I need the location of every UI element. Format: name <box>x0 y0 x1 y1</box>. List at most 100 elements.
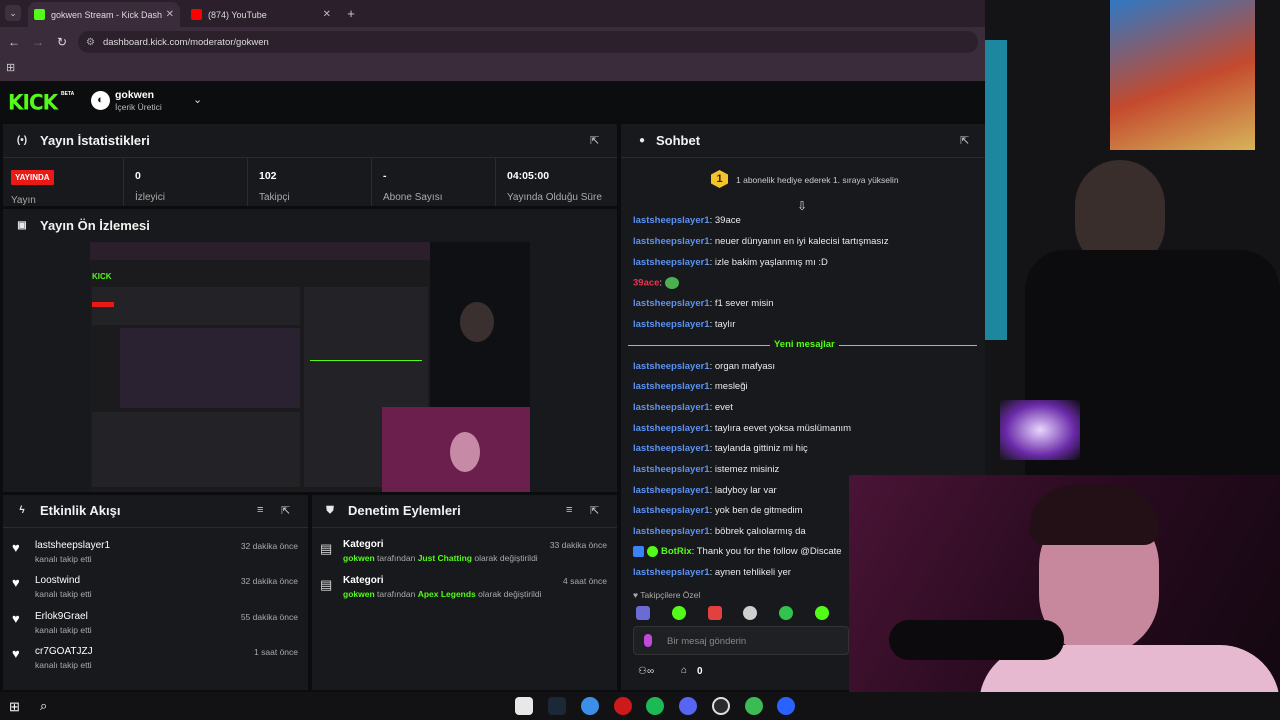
chat-user[interactable]: lastsheepslayer1 <box>633 319 710 330</box>
close-tab-icon[interactable]: ✕ <box>323 9 331 20</box>
chat-text: taylır <box>714 319 736 330</box>
gift-icon[interactable]: ⌂ <box>681 665 687 676</box>
tab-title: gokwen Stream - Kick Dashboar <box>51 9 162 20</box>
ea-app-icon[interactable] <box>777 697 795 715</box>
chat-user[interactable]: lastsheepslayer1 <box>633 402 710 413</box>
reload-icon[interactable]: ↻ <box>54 34 70 50</box>
chrome-icon[interactable] <box>581 697 599 715</box>
event-user[interactable]: Erlok9Grael <box>35 611 88 622</box>
chat-user[interactable]: lastsheepslayer1 <box>633 464 710 475</box>
stat-label: Takipçi <box>259 192 290 203</box>
gift-prompt[interactable]: 1 abonelik hediye ederek 1. sıraya yükse… <box>736 175 899 185</box>
event-user[interactable]: lastsheepslayer1 <box>35 540 110 551</box>
chat-user[interactable]: lastsheepslayer1 <box>633 236 710 247</box>
event-time: 32 dakika önce <box>240 541 298 551</box>
popout-icon[interactable]: ⇱ <box>960 134 969 147</box>
chat-user[interactable]: lastsheepslayer1 <box>633 298 710 309</box>
search-icon[interactable]: ⌕ <box>40 698 47 714</box>
filter-icon[interactable]: ≡ <box>566 504 572 516</box>
preview-title: Yayın Ön İzlemesi <box>40 218 150 233</box>
popout-icon[interactable]: ⇱ <box>281 504 290 517</box>
chat-user[interactable]: 39ace <box>633 278 659 289</box>
chevron-down-icon[interactable]: ⌄ <box>193 93 202 106</box>
popout-icon[interactable]: ⇱ <box>590 134 599 147</box>
tab-youtube[interactable]: (874) YouTube ✕ <box>185 2 337 27</box>
chat-user[interactable]: lastsheepslayer1 <box>633 485 710 496</box>
chat-user[interactable]: lastsheepslayer1 <box>633 257 710 268</box>
tab-title: (874) YouTube <box>208 9 267 20</box>
preview-nested-screen <box>120 328 300 408</box>
webcam-overlay-pink <box>849 475 1280 720</box>
mod-action-time: 4 saat önce <box>563 576 607 586</box>
emote-icon[interactable] <box>708 606 722 620</box>
channel-avatar[interactable]: ◐ <box>91 91 110 110</box>
chat-user[interactable]: lastsheepslayer1 <box>633 381 710 392</box>
windows-start-icon[interactable]: ⊞ <box>9 699 20 715</box>
chat-user[interactable]: lastsheepslayer1 <box>633 361 710 372</box>
chat-user[interactable]: lastsheepslayer1 <box>633 443 710 454</box>
chat-message: lastsheepslayer1: böbrek çalıolarmış da <box>633 526 806 537</box>
divider <box>371 158 372 206</box>
chat-message: lastsheepslayer1: ladyboy lar var <box>633 485 777 496</box>
mod-user[interactable]: gokwen <box>343 589 375 599</box>
chat-user[interactable]: lastsheepslayer1 <box>633 567 710 578</box>
event-user[interactable]: cr7GOATJZJ <box>35 646 93 657</box>
new-tab-icon[interactable]: + <box>343 6 359 22</box>
users-icon[interactable]: ⚇ <box>638 666 647 677</box>
bookmarks-bar: ⊞ <box>0 57 985 81</box>
emote-icon[interactable] <box>636 606 650 620</box>
stream-label: Yayın <box>11 195 36 206</box>
chat-text: taylıra eevet yoksa müslümanım <box>714 423 852 434</box>
mod-category[interactable]: Apex Legends <box>418 589 476 599</box>
chat-input[interactable]: Bir mesaj gönderin <box>633 626 849 655</box>
opera-icon[interactable] <box>614 697 632 715</box>
mod-action-time: 33 dakika önce <box>549 540 607 550</box>
kick-logo[interactable]: KICK <box>8 89 58 114</box>
emote-icon[interactable] <box>672 606 686 620</box>
youtube-favicon-icon <box>191 9 202 20</box>
event-user[interactable]: Loostwind <box>35 575 80 586</box>
back-icon[interactable]: ← <box>6 34 22 50</box>
steam-icon[interactable] <box>548 697 566 715</box>
store-icon[interactable] <box>515 697 533 715</box>
emote-icon[interactable] <box>815 606 829 620</box>
stream-preview-video[interactable]: KICK <box>90 242 530 492</box>
chat-message: BotRix: Thank you for the follow @Discat… <box>633 546 842 557</box>
tab-search-icon[interactable]: ⌄ <box>5 5 21 21</box>
apps-grid-icon[interactable]: ⊞ <box>6 61 20 75</box>
discord-icon[interactable] <box>679 697 697 715</box>
verified-badge-icon <box>647 546 658 557</box>
browser-tab-bar: ⌄ gokwen Stream - Kick Dashboar ✕ (874) … <box>0 0 985 27</box>
bot-badge-icon <box>633 546 644 557</box>
event-desc: kanalı takip etti <box>35 660 92 670</box>
mod-category[interactable]: Just Chatting <box>418 553 472 563</box>
chat-user[interactable]: lastsheepslayer1 <box>633 505 710 516</box>
stat-value: 04:05:00 <box>507 170 550 182</box>
filter-icon[interactable]: ≡ <box>257 504 263 516</box>
chat-user[interactable]: lastsheepslayer1 <box>633 215 710 226</box>
address-bar[interactable]: ⚙ dashboard.kick.com/moderator/gokwen <box>78 31 978 53</box>
scroll-down-icon[interactable]: ⇩ <box>797 199 807 213</box>
chat-text: taylanda gittiniz mi hiç <box>714 443 808 454</box>
divider <box>3 527 308 528</box>
tab-kick-dashboard[interactable]: gokwen Stream - Kick Dashboar ✕ <box>28 2 180 27</box>
chat-user[interactable]: lastsheepslayer1 <box>633 423 710 434</box>
site-info-icon[interactable]: ⚙ <box>86 37 95 48</box>
forward-icon[interactable]: → <box>30 34 46 50</box>
mod-user[interactable]: gokwen <box>343 553 375 563</box>
microphone-icon[interactable] <box>644 634 652 647</box>
chat-text: izle bakim yaşlanmış mı :D <box>714 257 828 268</box>
channel-name[interactable]: gokwen <box>115 89 154 101</box>
popout-icon[interactable]: ⇱ <box>590 504 599 517</box>
chat-user[interactable]: lastsheepslayer1 <box>633 526 710 537</box>
emote-icon[interactable] <box>779 606 793 620</box>
stat-label: İzleyici <box>135 192 166 203</box>
mod-title: Denetim Eylemleri <box>348 503 461 518</box>
chrome-icon[interactable] <box>745 697 763 715</box>
obs-icon[interactable] <box>712 697 730 715</box>
close-tab-icon[interactable]: ✕ <box>166 9 174 20</box>
emote-icon[interactable] <box>743 606 757 620</box>
chat-user[interactable]: BotRix <box>661 546 692 557</box>
chat-settings-row: ⚇∞ <box>638 666 654 677</box>
spotify-icon[interactable] <box>646 697 664 715</box>
